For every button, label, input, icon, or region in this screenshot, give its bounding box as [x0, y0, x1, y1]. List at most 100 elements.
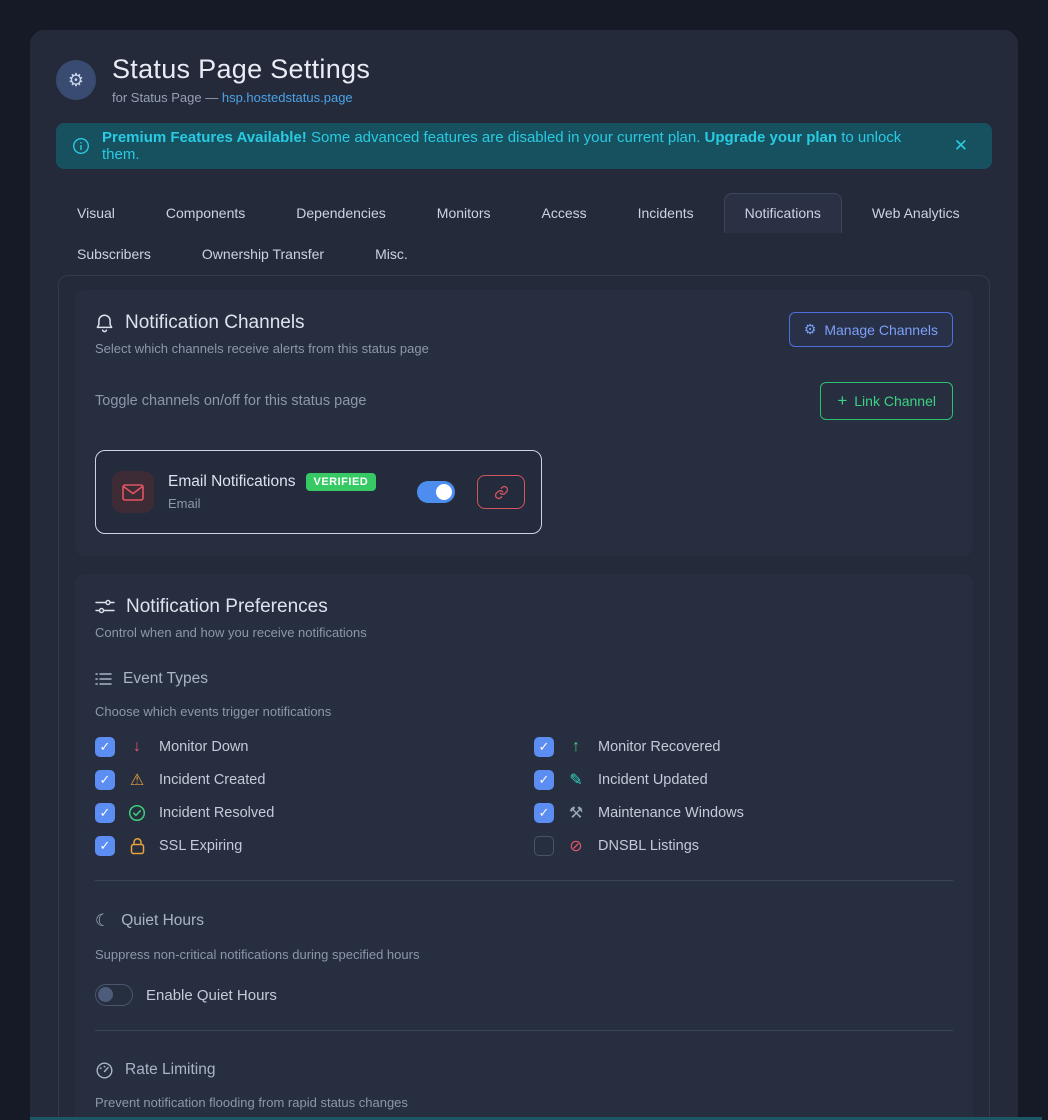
chain-link-icon	[494, 485, 509, 500]
tab-ownership-transfer[interactable]: Ownership Transfer	[181, 234, 345, 274]
page-title: Status Page Settings	[112, 54, 370, 85]
email-channel-toggle[interactable]	[417, 481, 455, 503]
event-type-monitor-recovered[interactable]: ↑ Monitor Recovered	[534, 737, 953, 757]
event-type-label: SSL Expiring	[159, 838, 242, 854]
crossed-tools-icon: ⚒	[566, 803, 586, 823]
gear-icon: ⚙	[804, 321, 817, 338]
ban-icon: ⊘	[566, 836, 586, 856]
checkbox[interactable]	[534, 770, 554, 790]
checkbox[interactable]	[95, 737, 115, 757]
tab-misc[interactable]: Misc.	[354, 234, 429, 274]
banner-body: Some advanced features are disabled in y…	[307, 129, 705, 146]
premium-banner: Premium Features Available! Some advance…	[56, 123, 992, 169]
arrow-down-icon: ↓	[127, 738, 147, 756]
event-types-subtitle: Choose which events trigger notification…	[95, 704, 953, 719]
event-type-label: Monitor Recovered	[598, 739, 721, 755]
tab-notifications[interactable]: Notifications	[724, 193, 842, 233]
pencil-icon: ✎	[566, 770, 586, 790]
notification-channels-card: Notification Channels Select which chann…	[75, 290, 973, 556]
info-icon	[72, 137, 90, 155]
event-type-label: Incident Updated	[598, 772, 708, 788]
tab-monitors[interactable]: Monitors	[416, 193, 512, 233]
rate-limiting-title-row: Rate Limiting	[95, 1061, 953, 1079]
preferences-title: Notification Preferences	[126, 596, 328, 618]
manage-channels-label: Manage Channels	[824, 322, 938, 338]
channel-type: Email	[168, 496, 403, 511]
quiet-hours-toggle[interactable]	[95, 984, 133, 1006]
gear-avatar: ⚙	[56, 60, 96, 100]
event-types-title: Event Types	[123, 670, 208, 688]
settings-tabs: Visual Components Dependencies Monitors …	[56, 193, 996, 275]
event-type-label: Maintenance Windows	[598, 805, 744, 821]
plus-icon: +	[837, 391, 847, 411]
tab-dependencies[interactable]: Dependencies	[275, 193, 407, 233]
moon-icon: ☾	[95, 911, 110, 931]
channel-name: Email Notifications	[168, 473, 296, 491]
settings-panel: ⚙ Status Page Settings for Status Page —…	[30, 30, 1018, 1120]
bell-icon	[95, 313, 114, 334]
checkbox[interactable]	[534, 803, 554, 823]
checkbox[interactable]	[95, 770, 115, 790]
check-circle-icon	[127, 804, 147, 822]
checkbox[interactable]	[95, 803, 115, 823]
channels-title-row: Notification Channels	[95, 312, 429, 334]
checkbox[interactable]	[534, 836, 554, 856]
event-types-title-row: Event Types	[95, 670, 953, 688]
banner-text: Premium Features Available! Some advance…	[102, 129, 934, 163]
section-divider	[95, 880, 953, 881]
link-channel-button[interactable]: + Link Channel	[820, 382, 953, 420]
manage-channels-button[interactable]: ⚙ Manage Channels	[789, 312, 953, 347]
banner-close-button[interactable]: ✕	[946, 132, 976, 160]
envelope-icon	[122, 484, 144, 501]
page-subtitle: for Status Page — hsp.hostedstatus.page	[112, 90, 370, 105]
email-channel-card: Email Notifications VERIFIED Email	[95, 450, 542, 534]
email-channel-tile	[112, 471, 154, 513]
rate-limiting-subtitle: Prevent notification flooding from rapid…	[95, 1095, 953, 1110]
event-type-label: Monitor Down	[159, 739, 248, 755]
quiet-hours-title: Quiet Hours	[121, 912, 204, 930]
event-type-label: DNSBL Listings	[598, 838, 699, 854]
quiet-hours-title-row: ☾ Quiet Hours	[95, 911, 953, 931]
event-types-grid: ↓ Monitor Down ↑ Monitor Recovered ⚠ Inc…	[95, 737, 953, 856]
toggle-knob	[98, 987, 113, 1002]
preferences-title-row: Notification Preferences	[95, 596, 953, 618]
rate-limiting-title: Rate Limiting	[125, 1061, 215, 1079]
event-type-maintenance-windows[interactable]: ⚒ Maintenance Windows	[534, 803, 953, 823]
tab-components[interactable]: Components	[145, 193, 266, 233]
event-type-ssl-expiring[interactable]: SSL Expiring	[95, 836, 514, 856]
tab-incidents[interactable]: Incidents	[617, 193, 715, 233]
event-type-label: Incident Created	[159, 772, 265, 788]
event-type-dnsbl-listings[interactable]: ⊘ DNSBL Listings	[534, 836, 953, 856]
channels-title: Notification Channels	[125, 312, 305, 334]
gauge-icon	[95, 1062, 114, 1079]
upgrade-plan-link[interactable]: Upgrade your plan	[705, 129, 838, 146]
status-page-link[interactable]: hsp.hostedstatus.page	[222, 90, 353, 105]
notification-preferences-card: Notification Preferences Control when an…	[75, 574, 973, 1120]
quiet-hours-toggle-label: Enable Quiet Hours	[146, 987, 277, 1004]
event-type-incident-updated[interactable]: ✎ Incident Updated	[534, 770, 953, 790]
quiet-hours-subtitle: Suppress non-critical notifications duri…	[95, 947, 953, 962]
tab-visual[interactable]: Visual	[56, 193, 136, 233]
event-type-incident-created[interactable]: ⚠ Incident Created	[95, 770, 514, 790]
arrow-up-icon: ↑	[566, 738, 586, 756]
list-icon	[95, 672, 112, 686]
event-type-monitor-down[interactable]: ↓ Monitor Down	[95, 737, 514, 757]
preferences-subtitle: Control when and how you receive notific…	[95, 625, 953, 640]
section-divider	[95, 1030, 953, 1031]
link-channel-label: Link Channel	[854, 393, 936, 409]
channels-subtitle: Select which channels receive alerts fro…	[95, 341, 429, 356]
warning-triangle-icon: ⚠	[127, 770, 147, 790]
checkbox[interactable]	[534, 737, 554, 757]
channel-link-button[interactable]	[477, 475, 525, 509]
verified-badge: VERIFIED	[306, 473, 377, 491]
tab-access[interactable]: Access	[520, 193, 607, 233]
checkbox[interactable]	[95, 836, 115, 856]
toggle-knob	[436, 484, 452, 500]
event-type-incident-resolved[interactable]: Incident Resolved	[95, 803, 514, 823]
notifications-tab-content: Notification Channels Select which chann…	[58, 275, 990, 1120]
tab-web-analytics[interactable]: Web Analytics	[851, 193, 981, 233]
toggle-channels-hint: Toggle channels on/off for this status p…	[95, 393, 366, 409]
banner-bold: Premium Features Available!	[102, 129, 307, 146]
tab-subscribers[interactable]: Subscribers	[56, 234, 172, 274]
event-type-label: Incident Resolved	[159, 805, 274, 821]
